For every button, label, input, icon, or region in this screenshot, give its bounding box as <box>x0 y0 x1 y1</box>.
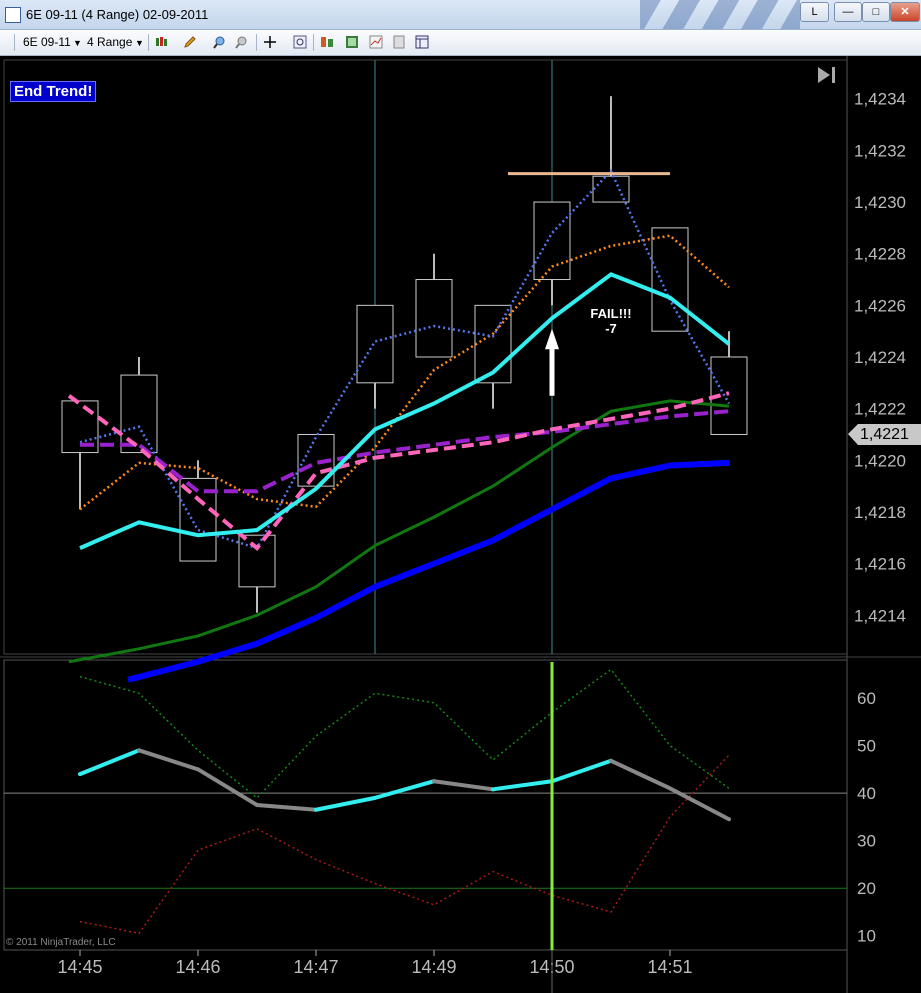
time-tick-label: 14:45 <box>57 957 102 977</box>
close-button[interactable]: ✕ <box>890 2 920 22</box>
indicator-tick-label: 20 <box>857 879 876 898</box>
last-price-marker: 1,4221 <box>848 424 921 445</box>
scroll-end-icon <box>818 67 830 83</box>
link-button[interactable]: L <box>800 2 829 22</box>
candle-body <box>533 201 571 281</box>
indicator-main-segment <box>550 758 613 784</box>
data-box-icon[interactable] <box>320 35 334 49</box>
dotted-orange-average <box>79 234 730 511</box>
price-chart[interactable]: 1,4214 1,4216 1,4218 1,4220 1,4222 1,4224 1,42… <box>0 56 921 993</box>
indicator-main-segment <box>609 758 672 791</box>
indicator-main-segment <box>137 748 200 772</box>
candle-body <box>415 279 453 358</box>
price-tick-label: 1,4222 <box>854 400 906 419</box>
chart-toolbar: 6E 09-11 ▼ 4 Range ▼ <box>0 30 921 56</box>
indicator-main-segment <box>373 779 436 800</box>
price-tick-label: 1,4224 <box>854 348 906 367</box>
fail-points: -7 <box>605 321 617 336</box>
dashed-pink-average <box>67 391 730 551</box>
indicator-tick-label: 60 <box>857 689 876 708</box>
chart-trader-icon[interactable] <box>345 35 359 49</box>
instrument-selector[interactable]: 6E 09-11 <box>23 35 71 49</box>
toolbar-separator <box>14 34 15 51</box>
entry-arrow-head <box>545 328 559 350</box>
indicator-tick-label: 50 <box>857 737 876 756</box>
chevron-down-icon[interactable]: ▼ <box>135 38 144 48</box>
price-tick-label: 1,4230 <box>854 193 906 212</box>
interval-selector[interactable]: 4 Range <box>87 35 132 49</box>
indicator-main-segment <box>432 779 495 792</box>
scroll-end-bar <box>832 67 835 83</box>
indicator-main-segment <box>491 779 554 792</box>
fail-annotation: FAIL!!! -7 <box>580 306 642 336</box>
price-tick-label: 1,4228 <box>854 245 906 264</box>
properties-icon[interactable] <box>392 35 406 49</box>
price-tick-label: 1,4232 <box>854 141 906 160</box>
window-titlebar: 6E 09-11 (4 Range) 02-09-2011 L — □ ✕ <box>0 0 921 30</box>
crosshair-icon[interactable] <box>263 35 277 49</box>
price-tick-label: 1,4226 <box>854 296 906 315</box>
candle-body <box>238 534 276 588</box>
moving-average-green <box>68 399 730 664</box>
titlebar-decoration <box>640 0 800 29</box>
candle-body <box>651 227 689 332</box>
toolbar-separator <box>313 34 314 51</box>
indicator-tick-label: 40 <box>857 784 876 803</box>
price-tick-label: 1,4234 <box>854 90 906 109</box>
indicator-panel-frame <box>3 659 848 951</box>
indicator-main-segment <box>78 748 141 777</box>
indicator-main-segment <box>255 803 318 812</box>
zoom-in-icon[interactable] <box>212 35 226 49</box>
moving-average-blue <box>127 459 730 683</box>
price-tick-label: 1,4218 <box>854 503 906 522</box>
strategy-icon[interactable] <box>369 35 383 49</box>
time-tick-label: 14:47 <box>293 957 338 977</box>
chevron-down-icon[interactable]: ▼ <box>73 38 82 48</box>
candlestick-style-icon[interactable] <box>154 35 168 49</box>
price-tick-label: 1,4214 <box>854 606 906 625</box>
price-tick-label: 1,4216 <box>854 555 906 574</box>
indicator-green-dotted <box>79 668 730 799</box>
toolbar-separator <box>256 34 257 51</box>
pencil-draw-icon[interactable] <box>183 35 197 49</box>
zoom-out-icon[interactable] <box>234 35 248 49</box>
indicator-tick-label: 10 <box>857 927 876 946</box>
time-tick-label: 14:49 <box>411 957 456 977</box>
maximize-button[interactable]: □ <box>862 2 890 22</box>
indicator-main-segment <box>314 795 377 812</box>
candle-body <box>356 304 394 384</box>
time-tick-label: 14:46 <box>175 957 220 977</box>
copyright-text: © 2011 NinjaTrader, LLC <box>6 937 116 948</box>
toolbar-separator <box>148 34 149 51</box>
template-icon[interactable] <box>415 35 429 49</box>
fail-text: FAIL!!! <box>590 306 632 321</box>
indicator-tick-label: 30 <box>857 832 876 851</box>
minimize-button[interactable]: — <box>834 2 862 22</box>
price-tick-label: 1,4220 <box>854 451 906 470</box>
candle-body <box>120 374 158 454</box>
end-trend-label: End Trend! <box>10 81 97 102</box>
indicator-red-dotted <box>79 754 730 935</box>
dotted-blue-average <box>79 168 731 550</box>
magnify-icon[interactable] <box>293 35 307 49</box>
time-tick-label: 14:51 <box>647 957 692 977</box>
app-icon <box>5 7 21 23</box>
window-title: 6E 09-11 (4 Range) 02-09-2011 <box>26 7 209 22</box>
